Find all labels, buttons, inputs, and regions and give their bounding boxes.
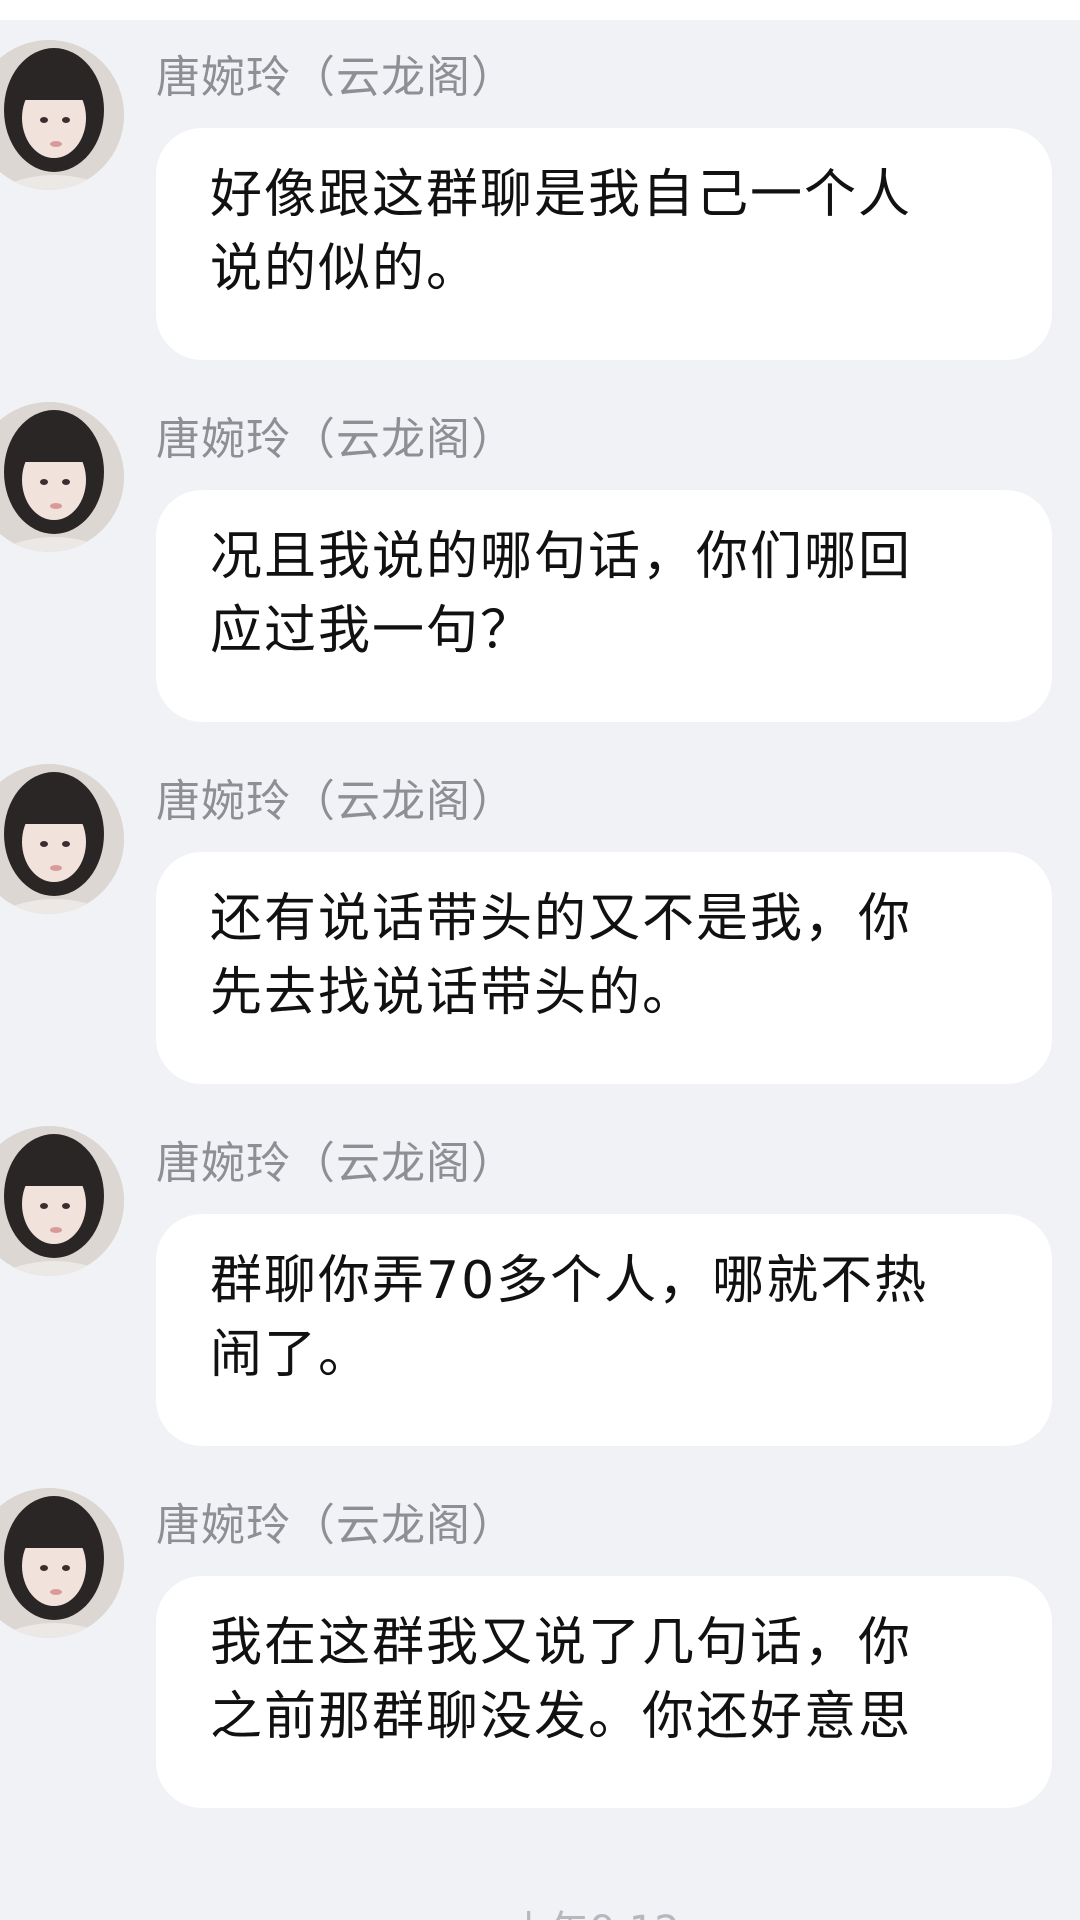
chat-message: 唐婉玲（云龙阁） 我在这群我又说了几句话，你 之前那群聊没发。你还好意思: [0, 1466, 1080, 1808]
timestamp-partial: 上午9:12: [510, 1898, 680, 1920]
avatar[interactable]: [0, 1488, 124, 1638]
avatar-photo-icon: [0, 40, 124, 190]
sender-name: 唐婉玲（云龙阁）: [156, 52, 516, 103]
sender-name: 唐婉玲（云龙阁）: [156, 1500, 516, 1551]
message-bubble[interactable]: 还有说话带头的又不是我，你 先去找说话带头的。: [156, 852, 1052, 1084]
sender-name: 唐婉玲（云龙阁）: [156, 414, 516, 465]
message-text: 好像跟这群聊是我自己一个人 说的似的。: [210, 165, 913, 299]
message-bubble[interactable]: 我在这群我又说了几句话，你 之前那群聊没发。你还好意思: [156, 1576, 1052, 1808]
avatar-photo-icon: [0, 764, 124, 914]
avatar[interactable]: [0, 40, 124, 190]
sender-name: 唐婉玲（云龙阁）: [156, 1138, 516, 1189]
message-bubble[interactable]: 群聊你弄70多个人，哪就不热 闹了。: [156, 1214, 1052, 1446]
chat-message: 唐婉玲（云龙阁） 况且我说的哪句话，你们哪回 应过我一句？: [0, 380, 1080, 722]
avatar-photo-icon: [0, 1126, 124, 1276]
chat-message-list[interactable]: 唐婉玲（云龙阁） 好像跟这群聊是我自己一个人 说的似的。 唐婉玲（云龙阁） 况且…: [0, 0, 1080, 1920]
message-text: 还有说话带头的又不是我，你 先去找说话带头的。: [210, 889, 913, 1023]
message-bubble[interactable]: 好像跟这群聊是我自己一个人 说的似的。: [156, 128, 1052, 360]
chat-message: 唐婉玲（云龙阁） 群聊你弄70多个人，哪就不热 闹了。: [0, 1104, 1080, 1446]
avatar-photo-icon: [0, 402, 124, 552]
message-bubble[interactable]: 况且我说的哪句话，你们哪回 应过我一句？: [156, 490, 1052, 722]
avatar[interactable]: [0, 402, 124, 552]
chat-message: 唐婉玲（云龙阁） 好像跟这群聊是我自己一个人 说的似的。: [0, 18, 1080, 360]
message-text: 群聊你弄70多个人，哪就不热 闹了。: [210, 1251, 929, 1385]
sender-name: 唐婉玲（云龙阁）: [156, 776, 516, 827]
avatar-photo-icon: [0, 1488, 124, 1638]
message-text: 我在这群我又说了几句话，你 之前那群聊没发。你还好意思: [210, 1613, 913, 1747]
avatar[interactable]: [0, 1126, 124, 1276]
message-text: 况且我说的哪句话，你们哪回 应过我一句？: [210, 527, 913, 661]
avatar[interactable]: [0, 764, 124, 914]
chat-message: 唐婉玲（云龙阁） 还有说话带头的又不是我，你 先去找说话带头的。: [0, 742, 1080, 1084]
